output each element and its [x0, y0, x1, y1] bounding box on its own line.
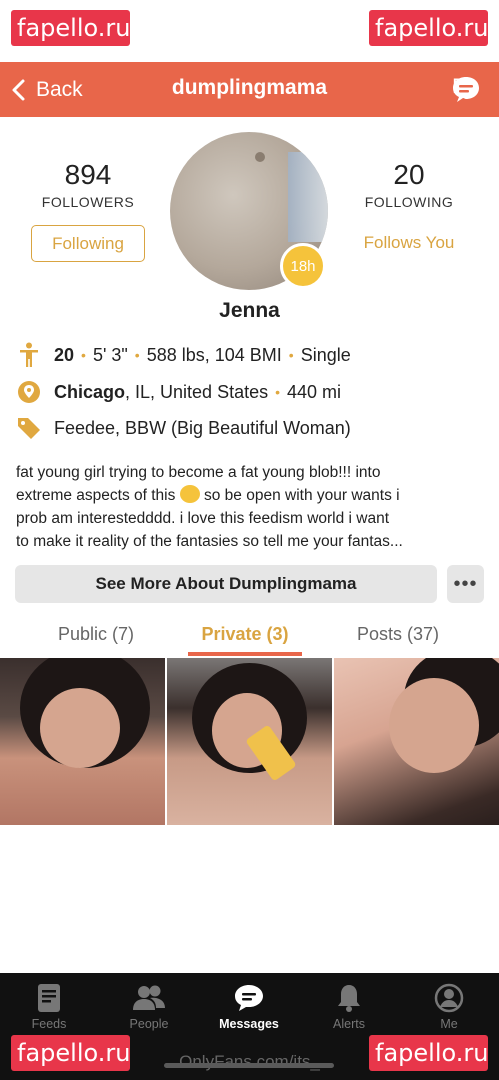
region-value: , IL, United States — [125, 381, 269, 402]
tags-value: Feedee, BBW (Big Beautiful Woman) — [54, 417, 351, 438]
nav-label: People — [129, 1017, 169, 1031]
feeds-icon — [38, 984, 60, 1012]
chat-bubble-icon — [453, 77, 479, 102]
tag-icon — [16, 415, 42, 441]
bio-line: to make it reality of the fantasies so t… — [16, 533, 403, 550]
following-label: FOLLOWING — [364, 194, 454, 210]
followers-stat[interactable]: 894 FOLLOWERS — [28, 158, 148, 210]
weight-value: 588 lbs, 104 BMI — [146, 344, 282, 365]
see-more-button[interactable]: See More About Dumplingmama — [15, 565, 437, 603]
nav-label: Alerts — [333, 1017, 365, 1031]
distance-value: 440 mi — [287, 381, 342, 402]
page-title: dumplingmama — [171, 76, 328, 99]
photo-thumbnail[interactable] — [167, 658, 332, 825]
city-value: Chicago — [54, 381, 126, 402]
height-value: 5' 3" — [92, 344, 128, 365]
watermark-top-left: fapello.ru — [11, 10, 130, 46]
tab-posts[interactable]: Posts (37) — [340, 624, 456, 645]
watermark-bottom-left: fapello.ru — [11, 1035, 130, 1071]
info-row-location: Chicago , IL, United States • 440 mi — [16, 379, 341, 405]
active-tab-indicator — [188, 652, 302, 656]
followers-count: 894 — [64, 159, 112, 190]
watermark-top-right: fapello.ru — [369, 10, 488, 46]
bio-line: prob am interestedddd. i love this feedi… — [16, 510, 390, 527]
relationship-value: Single — [300, 344, 351, 365]
more-options-button[interactable]: ••• — [447, 565, 484, 603]
bio-text: fat young girl trying to become a fat yo… — [16, 461, 486, 553]
photo-thumbnail[interactable] — [334, 658, 499, 825]
last-active-badge: 18h — [280, 243, 326, 289]
person-icon — [16, 342, 42, 368]
nav-me[interactable]: Me — [404, 983, 494, 1031]
nav-messages[interactable]: Messages — [204, 983, 294, 1031]
following-stat[interactable]: 20 FOLLOWING — [350, 158, 468, 210]
profile-icon — [434, 983, 464, 1013]
following-count: 20 — [393, 159, 425, 190]
info-row-basics: 20 • 5' 3" • 588 lbs, 104 BMI • Single — [16, 342, 351, 368]
display-name: Jenna — [219, 299, 280, 322]
tab-public[interactable]: Public (7) — [40, 624, 152, 645]
followers-label: FOLLOWERS — [41, 194, 135, 210]
nav-label: Me — [440, 1017, 458, 1031]
home-indicator — [164, 1063, 334, 1068]
location-icon — [16, 379, 42, 405]
header-right-action[interactable]: Do — [452, 75, 479, 102]
messages-icon — [235, 985, 263, 1011]
header-bar: Back dumplingmama Do — [0, 62, 499, 117]
follows-you-label: Follows You — [363, 233, 455, 252]
nav-label: Feeds — [31, 1017, 67, 1031]
following-button[interactable]: Following — [31, 225, 145, 262]
age-value: 20 — [54, 344, 75, 365]
photo-thumbnail[interactable] — [0, 658, 165, 825]
nav-label: Messages — [219, 1017, 279, 1031]
nav-feeds[interactable]: Feeds — [4, 983, 94, 1031]
info-row-tags: Feedee, BBW (Big Beautiful Woman) — [16, 415, 351, 441]
bio-line: extreme aspects of this so be open with … — [16, 485, 400, 504]
bio-line: fat young girl trying to become a fat yo… — [16, 464, 381, 481]
nav-people[interactable]: People — [104, 983, 194, 1031]
watermark-bottom-right: fapello.ru — [369, 1035, 488, 1071]
emoji-icon — [179, 485, 200, 503]
people-icon — [133, 985, 165, 1010]
tab-private[interactable]: Private (3) — [188, 624, 302, 645]
bell-icon — [338, 985, 360, 1012]
nav-alerts[interactable]: Alerts — [304, 983, 394, 1031]
